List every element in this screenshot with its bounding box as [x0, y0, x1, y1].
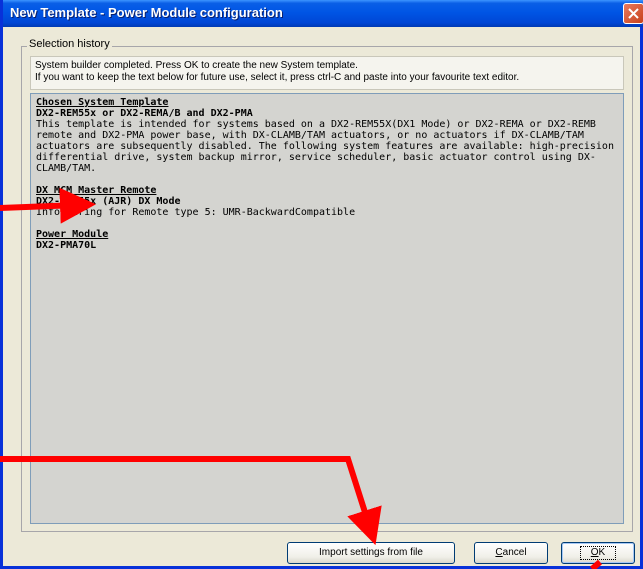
- selection-history-label: Selection history: [27, 38, 112, 50]
- power-module-name: DX2-PMA70L: [36, 240, 97, 251]
- cancel-button[interactable]: Cancel: [474, 542, 548, 564]
- remote-heading: DX MCM Master Remote: [36, 185, 157, 196]
- remote-name: DX2-REM55x (AJR) DX Mode: [36, 196, 181, 207]
- template-name: DX2-REM55x or DX2-REMA/B and DX2-PMA: [36, 108, 253, 119]
- power-module-heading: Power Module: [36, 229, 109, 240]
- status-message-line-1: System builder completed. Press OK to cr…: [35, 60, 358, 71]
- template-desc-line: actuators are subsequently disabled. The…: [36, 141, 614, 152]
- ok-label: K: [598, 547, 606, 558]
- template-heading: Chosen System Template: [36, 97, 169, 108]
- remote-info: Info string for Remote type 5: UMR-Backw…: [36, 207, 356, 218]
- title-bar[interactable]: New Template - Power Module configuratio…: [3, 0, 643, 27]
- ok-mnemonic: O: [590, 547, 599, 558]
- close-button[interactable]: [623, 3, 643, 24]
- status-message: System builder completed. Press OK to cr…: [30, 56, 624, 90]
- summary-textarea[interactable]: Chosen System Template DX2-REM55x or DX2…: [30, 93, 624, 524]
- status-message-line-2: If you want to keep the text below for f…: [35, 72, 520, 83]
- template-desc-line: This template is intended for systems ba…: [36, 119, 596, 130]
- template-desc-line: remote and DX2-PMA power base, with DX-C…: [36, 130, 584, 141]
- ok-button[interactable]: OK: [561, 542, 635, 564]
- cancel-mnemonic: C: [495, 547, 503, 558]
- cancel-label: ancel: [502, 547, 527, 558]
- window-title: New Template - Power Module configuratio…: [10, 5, 283, 20]
- close-icon: [628, 8, 639, 19]
- template-desc-line: differential drive, system backup mirror…: [36, 152, 596, 174]
- import-settings-button[interactable]: Import settings from file: [287, 542, 455, 564]
